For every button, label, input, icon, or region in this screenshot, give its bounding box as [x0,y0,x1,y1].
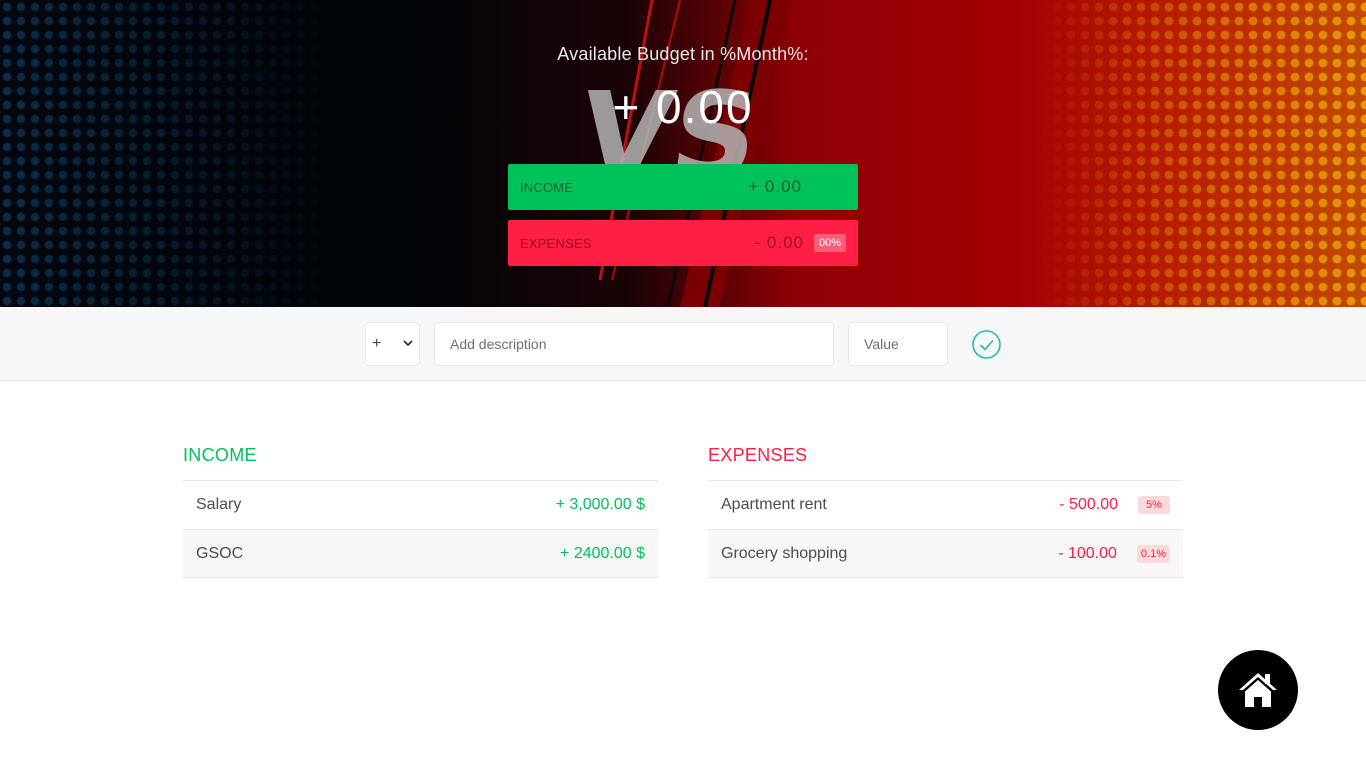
expenses-summary: EXPENSES - 0.00 00% [508,220,858,266]
expense-value: - 500.00 [1059,496,1118,513]
home-button[interactable] [1218,650,1298,730]
type-select[interactable]: + [365,322,420,366]
income-value: + 2400.00 $ [560,544,645,562]
description-input[interactable] [434,322,834,366]
expenses-list-title: EXPENSES [708,445,808,465]
add-item-bar: + [0,307,1366,381]
expenses-summary-value: - 0.00 [754,233,804,252]
value-input[interactable] [848,322,948,366]
income-value: + 3,000.00 $ [555,496,645,513]
expense-row[interactable]: Grocery shopping - 100.00 0.1% [708,529,1183,578]
expense-percentage-badge: 0.1% [1136,544,1170,563]
income-list: INCOME Salary + 3,000.00 $ GSOC + 2400.0… [183,440,658,578]
income-description: Salary [196,496,242,513]
home-icon [1239,673,1277,707]
budget-title: Available Budget in %Month%: [557,44,809,64]
expenses-list: EXPENSES Apartment rent - 500.00 5% Groc… [708,440,1183,578]
income-description: GSOC [196,544,244,562]
checkmark-circle-icon[interactable] [971,329,1002,360]
expenses-summary-label: EXPENSES [520,235,592,251]
budget-header: VS Available Budget in %Month%: + 0.00 I… [0,0,1366,307]
expense-description: Apartment rent [721,496,827,513]
expense-value: - 100.00 [1058,544,1117,562]
income-row[interactable]: GSOC + 2400.00 $ [183,529,658,578]
income-row[interactable]: Salary + 3,000.00 $ [183,480,658,529]
expense-row[interactable]: Apartment rent - 500.00 5% [708,480,1183,529]
chevron-down-icon [403,340,413,347]
income-summary-label: INCOME [520,179,574,195]
expense-description: Grocery shopping [721,544,848,562]
type-select-value: + [372,335,382,352]
expense-percentage-badge: 5% [1138,496,1170,514]
income-summary-value: + 0.00 [748,177,802,196]
income-summary: INCOME + 0.00 [508,164,858,210]
budget-value: + 0.00 [612,81,754,133]
income-list-title: INCOME [183,445,257,465]
expenses-percentage-badge: 00% [814,234,846,252]
